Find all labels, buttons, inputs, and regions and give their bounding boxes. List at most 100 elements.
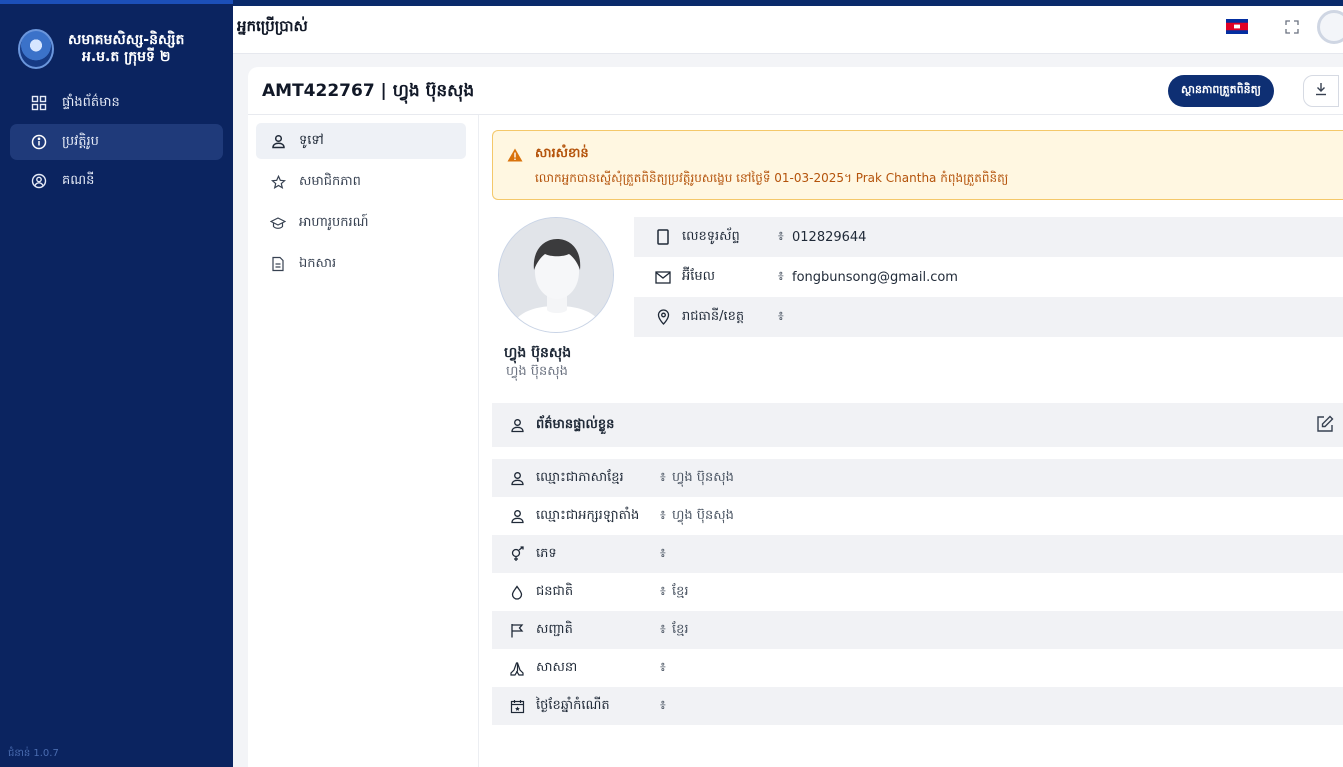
tab-general[interactable]: ទូទៅ bbox=[256, 123, 466, 159]
sidebar-item-label: គណនី bbox=[62, 172, 95, 188]
tab-label: ទូទៅ bbox=[299, 132, 324, 148]
flag-icon bbox=[508, 621, 526, 639]
sidebar-item-label: ប្រវត្តិរូប bbox=[62, 133, 99, 149]
logo-icon bbox=[18, 29, 54, 69]
info-label: ឈ្មោះជាអក្សរឡាតាំង bbox=[536, 507, 640, 523]
info-label: ឈ្មោះជាភាសាខ្មែរ bbox=[536, 469, 624, 485]
info-row-nationality: សញ្ជាតិ ៖ ខ្មែរ bbox=[492, 611, 1343, 649]
contact-list: លេខទូរស័ព្ទ ៖ 012829644 អ៊ីមែល ៖ fongbun… bbox=[634, 217, 1343, 337]
sidebar-item-dashboard[interactable]: ផ្ទាំងព័ត៌មាន bbox=[10, 85, 223, 121]
pray-icon bbox=[508, 659, 526, 677]
user-icon bbox=[508, 469, 526, 487]
sidebar-item-label: ផ្ទាំងព័ត៌មាន bbox=[62, 94, 120, 110]
personal-info-list: ឈ្មោះជាភាសាខ្មែរ ៖ ហ្វុង ប៊ុនសុង ឈ្មោះជា… bbox=[492, 459, 1343, 725]
info-row-khmer-name: ឈ្មោះជាភាសាខ្មែរ ៖ ហ្វុង ប៊ុនសុង bbox=[492, 459, 1343, 497]
separator: ៖ bbox=[660, 621, 666, 637]
separator: ៖ bbox=[660, 469, 666, 485]
section-title: ព័ត៌មានផ្ទាល់ខ្លួន bbox=[536, 416, 615, 432]
version-label: ជំនាន់ 1.0.7 bbox=[8, 748, 59, 759]
info-value: ខ្មែរ bbox=[672, 583, 689, 599]
profile-tabs: ទូទៅ សមាជិកភាព អាហារូបករណ៍ ឯកសារ bbox=[256, 123, 466, 287]
topbar: អ្នកប្រើប្រាស់ bbox=[233, 6, 1343, 54]
brand-line-2: អ.ម.ត ក្រុមទី ២ bbox=[81, 49, 171, 65]
contact-label: លេខទូរស័ព្ទ bbox=[682, 228, 740, 244]
edit-icon[interactable] bbox=[1315, 414, 1335, 434]
info-row-latin-name: ឈ្មោះជាអក្សរឡាតាំង ៖ ហ្វុង ប៊ុនសុង bbox=[492, 497, 1343, 535]
profile-subname: ហ្វុង ប៊ុនសុង bbox=[506, 364, 568, 379]
drop-icon bbox=[508, 583, 526, 601]
tab-documents[interactable]: ឯកសារ bbox=[256, 246, 466, 282]
info-label: សាសនា bbox=[536, 659, 578, 675]
separator: ៖ bbox=[778, 268, 784, 284]
info-row-ethnicity: ជនជាតិ ៖ ខ្មែរ bbox=[492, 573, 1343, 611]
star-icon bbox=[270, 174, 286, 190]
gender-icon bbox=[508, 545, 526, 563]
account-icon bbox=[30, 172, 48, 190]
alert-title-row: សារសំខាន់ bbox=[507, 145, 589, 164]
info-label: ភេទ bbox=[536, 545, 557, 561]
personal-info-header: ព័ត៌មានផ្ទាល់ខ្លួន bbox=[492, 403, 1343, 447]
info-label: សញ្ជាតិ bbox=[536, 621, 573, 637]
info-row-religion: សាសនា ៖ bbox=[492, 649, 1343, 687]
email-icon bbox=[654, 268, 672, 286]
separator: ៖ bbox=[778, 228, 784, 244]
sidebar: សមាគមសិស្ស-និស្សិត អ.ម.ត ក្រុមទី ២ ផ្ទាំ… bbox=[0, 0, 233, 767]
card-header: AMT422767 | ហ្វុង ប៊ុនសុង ស្ថានភាពត្រួតព… bbox=[248, 67, 1343, 115]
important-alert: សារសំខាន់ លោកអ្នកបានស្នើសុំត្រួតពិនិត្យប… bbox=[492, 130, 1343, 200]
contact-row-phone: លេខទូរស័ព្ទ ៖ 012829644 bbox=[634, 217, 1343, 257]
profile-title: AMT422767 | ហ្វុង ប៊ុនសុង bbox=[262, 81, 475, 101]
tab-membership[interactable]: សមាជិកភាព bbox=[256, 164, 466, 200]
tab-scholarship[interactable]: អាហារូបករណ៍ bbox=[256, 205, 466, 241]
info-value: ហ្វុង ប៊ុនសុង bbox=[672, 469, 734, 485]
user-icon bbox=[508, 507, 526, 525]
download-button[interactable] bbox=[1303, 75, 1339, 107]
info-label: ថ្ងៃខែឆ្នាំកំណើត bbox=[536, 697, 610, 713]
info-row-gender: ភេទ ៖ bbox=[492, 535, 1343, 573]
calendar-icon bbox=[508, 697, 526, 715]
profile-card: AMT422767 | ហ្វុង ប៊ុនសុង ស្ថានភាពត្រួតព… bbox=[248, 67, 1343, 767]
dashboard-icon bbox=[30, 94, 48, 112]
fullscreen-icon[interactable] bbox=[1283, 18, 1301, 36]
graduation-cap-icon bbox=[270, 215, 286, 231]
separator: ៖ bbox=[660, 507, 666, 523]
document-icon bbox=[270, 256, 286, 272]
sidebar-item-profile[interactable]: ប្រវត្តិរូប bbox=[10, 124, 223, 160]
user-avatar[interactable] bbox=[1317, 10, 1343, 44]
contact-value: 012829644 bbox=[792, 229, 867, 245]
contact-row-province: រាជធានី/ខេត្ត ៖ bbox=[634, 297, 1343, 337]
alert-title: សារសំខាន់ bbox=[535, 146, 589, 161]
review-status-button[interactable]: ស្ថានភាពត្រួតពិនិត្យ bbox=[1168, 75, 1274, 107]
app-root: សមាគមសិស្ស-និស្សិត អ.ម.ត ក្រុមទី ២ ផ្ទាំ… bbox=[0, 0, 1343, 767]
separator: ៖ bbox=[660, 583, 666, 599]
user-icon bbox=[508, 416, 526, 434]
tabs-divider bbox=[478, 115, 479, 767]
brand-text: សមាគមសិស្ស-និស្សិត អ.ម.ត ក្រុមទី ២ bbox=[68, 32, 184, 66]
info-label: ជនជាតិ bbox=[536, 583, 574, 599]
phone-icon bbox=[654, 228, 672, 246]
page-title: អ្នកប្រើប្រាស់ bbox=[237, 17, 308, 35]
contact-value: fongbunsong@gmail.com bbox=[792, 269, 958, 285]
brand[interactable]: សមាគមសិស្ស-និស្សិត អ.ម.ត ក្រុមទី ២ bbox=[0, 4, 233, 82]
brand-line-1: សមាគមសិស្ស-និស្សិត bbox=[68, 32, 185, 48]
location-icon bbox=[654, 308, 672, 326]
contact-label: រាជធានី/ខេត្ត bbox=[682, 308, 745, 324]
cambodia-flag-icon[interactable] bbox=[1226, 19, 1248, 34]
tab-label: ឯកសារ bbox=[299, 255, 337, 271]
user-icon bbox=[270, 133, 286, 149]
tab-label: អាហារូបករណ៍ bbox=[299, 214, 369, 230]
info-value: ខ្មែរ bbox=[672, 621, 689, 637]
separator: ៖ bbox=[778, 308, 784, 324]
info-value: ហ្វុង ប៊ុនសុង bbox=[672, 507, 734, 523]
separator: ៖ bbox=[660, 545, 666, 561]
sidebar-item-account[interactable]: គណនី bbox=[10, 163, 223, 199]
info-row-birthdate: ថ្ងៃខែឆ្នាំកំណើត ៖ bbox=[492, 687, 1343, 725]
download-icon bbox=[1314, 82, 1328, 100]
tab-label: សមាជិកភាព bbox=[299, 173, 361, 189]
contact-row-email: អ៊ីមែល ៖ fongbunsong@gmail.com bbox=[634, 257, 1343, 297]
separator: ៖ bbox=[660, 697, 666, 713]
info-icon bbox=[30, 133, 48, 151]
profile-name: ហ្វុង ប៊ុនសុង bbox=[504, 345, 572, 361]
warning-icon bbox=[507, 148, 523, 162]
alert-message: លោកអ្នកបានស្នើសុំត្រួតពិនិត្យប្រវត្តិរូប… bbox=[535, 171, 1009, 185]
profile-photo bbox=[498, 217, 614, 333]
